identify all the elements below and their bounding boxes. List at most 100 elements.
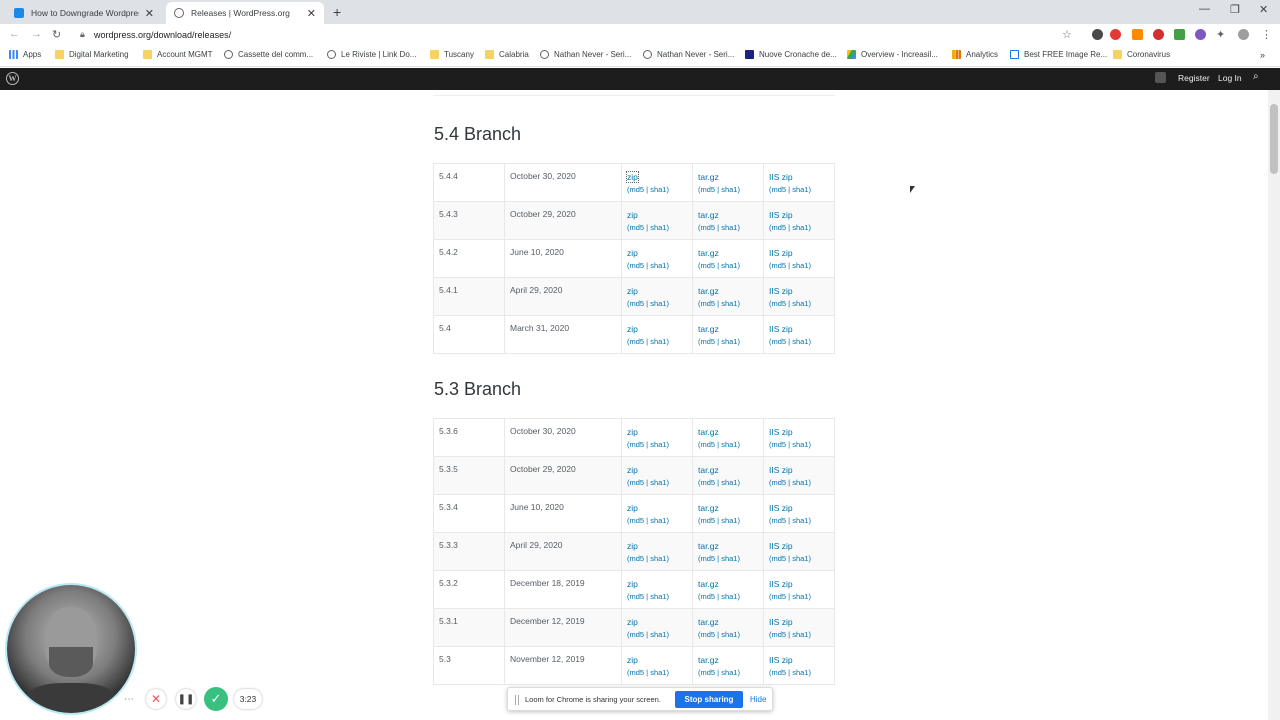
sha1-link[interactable]: sha1 xyxy=(721,299,737,308)
sha1-link[interactable]: sha1 xyxy=(792,630,808,639)
bookmark-star-icon[interactable]: ☆ xyxy=(1062,28,1072,41)
md5-link[interactable]: md5 xyxy=(701,223,716,232)
bookmark-digital-marketing[interactable]: Digital Marketing xyxy=(55,50,129,59)
bookmark-overview[interactable]: Overview - Increasil... xyxy=(847,50,938,59)
drag-handle-icon[interactable] xyxy=(515,695,519,705)
sha1-link[interactable]: sha1 xyxy=(721,223,737,232)
md5-link[interactable]: md5 xyxy=(772,440,787,449)
sha1-link[interactable]: sha1 xyxy=(650,478,666,487)
sha1-link[interactable]: sha1 xyxy=(792,337,808,346)
tab-close-icon[interactable]: ✕ xyxy=(145,7,154,20)
md5-link[interactable]: md5 xyxy=(772,554,787,563)
extension-icon[interactable] xyxy=(1132,29,1143,40)
extension-icon[interactable] xyxy=(1174,29,1185,40)
zip-download-link[interactable]: zip xyxy=(627,655,638,665)
md5-link[interactable]: md5 xyxy=(630,337,645,346)
targz-download-link[interactable]: tar.gz xyxy=(698,465,719,475)
iis-download-link[interactable]: IIS zip xyxy=(769,286,793,296)
bookmark-cassette[interactable]: Cassette del comm... xyxy=(224,50,313,59)
md5-link[interactable]: md5 xyxy=(701,516,716,525)
sha1-link[interactable]: sha1 xyxy=(721,261,737,270)
address-bar[interactable]: wordpress.org/download/releases/ xyxy=(94,30,231,40)
puzzle-icon[interactable]: ✦ xyxy=(1216,28,1225,41)
md5-link[interactable]: md5 xyxy=(772,223,787,232)
md5-link[interactable]: md5 xyxy=(701,185,716,194)
extension-icon[interactable] xyxy=(1195,29,1206,40)
zip-download-link[interactable]: zip xyxy=(627,286,638,296)
sha1-link[interactable]: sha1 xyxy=(650,592,666,601)
targz-download-link[interactable]: tar.gz xyxy=(698,655,719,665)
targz-download-link[interactable]: tar.gz xyxy=(698,172,719,182)
search-icon[interactable]: ⌕ xyxy=(1253,71,1259,82)
md5-link[interactable]: md5 xyxy=(630,440,645,449)
sha1-link[interactable]: sha1 xyxy=(721,592,737,601)
zip-download-link[interactable]: zip xyxy=(627,617,638,627)
zip-download-link[interactable]: zip xyxy=(627,427,638,437)
zip-download-link[interactable]: zip xyxy=(627,579,638,589)
reload-icon[interactable]: ↻ xyxy=(52,28,61,41)
sha1-link[interactable]: sha1 xyxy=(650,299,666,308)
iis-download-link[interactable]: IIS zip xyxy=(769,248,793,258)
register-link[interactable]: Register xyxy=(1178,73,1210,83)
restore-icon[interactable]: ❐ xyxy=(1230,3,1240,16)
md5-link[interactable]: md5 xyxy=(630,554,645,563)
extension-icon[interactable] xyxy=(1092,29,1103,40)
sha1-link[interactable]: sha1 xyxy=(721,630,737,639)
sha1-link[interactable]: sha1 xyxy=(721,668,737,677)
bookmark-le-riviste[interactable]: Le Riviste | Link Do... xyxy=(327,50,416,59)
md5-link[interactable]: md5 xyxy=(772,337,787,346)
loom-pause-icon[interactable]: ❚❚ xyxy=(176,689,196,709)
targz-download-link[interactable]: tar.gz xyxy=(698,427,719,437)
sha1-link[interactable]: sha1 xyxy=(792,592,808,601)
bookmark-account-mgmt[interactable]: Account MGMT xyxy=(143,50,213,59)
login-link[interactable]: Log In xyxy=(1218,73,1242,83)
iis-download-link[interactable]: IIS zip xyxy=(769,427,793,437)
md5-link[interactable]: md5 xyxy=(630,261,645,270)
iis-download-link[interactable]: IIS zip xyxy=(769,579,793,589)
sha1-link[interactable]: sha1 xyxy=(721,554,737,563)
sha1-link[interactable]: sha1 xyxy=(650,516,666,525)
md5-link[interactable]: md5 xyxy=(701,337,716,346)
loom-more-icon[interactable]: ⋯ xyxy=(121,691,137,707)
iis-download-link[interactable]: IIS zip xyxy=(769,465,793,475)
md5-link[interactable]: md5 xyxy=(701,630,716,639)
targz-download-link[interactable]: tar.gz xyxy=(698,541,719,551)
md5-link[interactable]: md5 xyxy=(772,516,787,525)
new-tab-icon[interactable]: + xyxy=(333,4,341,20)
md5-link[interactable]: md5 xyxy=(630,185,645,194)
sha1-link[interactable]: sha1 xyxy=(650,261,666,270)
iis-download-link[interactable]: IIS zip xyxy=(769,172,793,182)
md5-link[interactable]: md5 xyxy=(630,592,645,601)
sha1-link[interactable]: sha1 xyxy=(721,185,737,194)
md5-link[interactable]: md5 xyxy=(630,478,645,487)
window-close-icon[interactable]: ✕ xyxy=(1259,3,1268,16)
targz-download-link[interactable]: tar.gz xyxy=(698,324,719,334)
bookmark-analytics[interactable]: Analytics xyxy=(952,50,998,59)
zip-download-link[interactable]: zip xyxy=(627,248,638,258)
bookmark-apps[interactable]: Apps xyxy=(9,50,41,59)
back-icon[interactable]: ← xyxy=(9,28,20,40)
md5-link[interactable]: md5 xyxy=(630,516,645,525)
md5-link[interactable]: md5 xyxy=(772,478,787,487)
sha1-link[interactable]: sha1 xyxy=(650,185,666,194)
iis-download-link[interactable]: IIS zip xyxy=(769,324,793,334)
minimize-icon[interactable]: — xyxy=(1199,3,1210,15)
bookmark-nathan-never-1[interactable]: Nathan Never - Seri... xyxy=(540,50,631,59)
zip-download-link[interactable]: zip xyxy=(627,324,638,334)
tab-how-to-downgrade[interactable]: How to Downgrade Wordpress ( ✕ xyxy=(6,2,162,24)
sha1-link[interactable]: sha1 xyxy=(721,478,737,487)
sha1-link[interactable]: sha1 xyxy=(792,516,808,525)
targz-download-link[interactable]: tar.gz xyxy=(698,210,719,220)
bookmark-coronavirus[interactable]: Coronavirus xyxy=(1113,50,1170,59)
iis-download-link[interactable]: IIS zip xyxy=(769,617,793,627)
md5-link[interactable]: md5 xyxy=(772,592,787,601)
bookmark-calabria[interactable]: Calabria xyxy=(485,50,529,59)
page-scrollbar[interactable] xyxy=(1268,90,1280,720)
extension-icon[interactable] xyxy=(1110,29,1121,40)
lock-icon[interactable]: 🔒︎ xyxy=(80,29,85,40)
zip-download-link[interactable]: zip xyxy=(626,171,639,183)
sha1-link[interactable]: sha1 xyxy=(792,668,808,677)
bookmarks-overflow-icon[interactable]: » xyxy=(1260,50,1265,60)
wordpress-logo-icon[interactable]: W xyxy=(6,72,19,85)
md5-link[interactable]: md5 xyxy=(701,668,716,677)
